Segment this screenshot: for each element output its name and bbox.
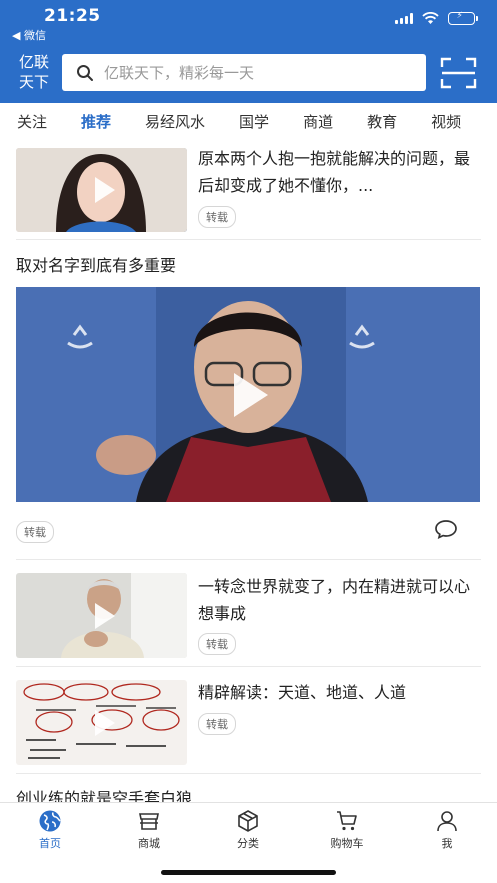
tab-recommended[interactable]: 推荐	[64, 111, 128, 132]
search-input[interactable]: 亿联天下，精彩每一天	[62, 54, 426, 91]
nav-home-label: 首页	[39, 837, 61, 850]
nav-store[interactable]: 商城	[119, 809, 179, 851]
scan-icon[interactable]	[440, 56, 477, 90]
back-to-wechat[interactable]: ◀ 微信	[12, 27, 46, 43]
wifi-icon	[422, 12, 439, 24]
nav-store-label: 商城	[138, 837, 160, 850]
tab-video[interactable]: 视频	[414, 111, 478, 132]
divider	[16, 773, 481, 774]
tab-guoxue[interactable]: 国学	[222, 111, 286, 132]
article-title[interactable]: 原本两个人抱一抱就能解决的问题，最后却变成了她不懂你，...	[198, 145, 478, 199]
nav-category[interactable]: 分类	[218, 809, 278, 851]
divider	[16, 666, 481, 667]
app-logo: 亿联 天下	[14, 52, 54, 92]
article-title[interactable]: 一转念世界就变了，内在精进就可以心想事成	[198, 573, 478, 627]
home-indicator	[161, 870, 336, 875]
cart-icon	[337, 811, 357, 831]
article-title[interactable]: 精辟解读：天道、地道、人道	[198, 679, 478, 706]
tab-follow[interactable]: 关注	[0, 111, 64, 132]
tab-fengshui[interactable]: 易经风水	[128, 111, 222, 132]
nav-home[interactable]: 首页	[20, 809, 80, 851]
repost-tag: 转载	[198, 713, 236, 735]
repost-tag: 转载	[198, 206, 236, 228]
box-icon	[238, 810, 258, 832]
user-icon	[437, 811, 457, 832]
divider	[16, 559, 481, 560]
tab-business[interactable]: 商道	[286, 111, 350, 132]
video-player[interactable]	[16, 287, 480, 502]
search-icon	[77, 64, 93, 81]
play-icon	[94, 602, 115, 629]
category-tabs: 关注 推荐 易经风水 国学 商道 教育 视频	[0, 103, 497, 139]
nav-cart[interactable]: 购物车	[317, 809, 377, 851]
nav-category-label: 分类	[237, 837, 259, 850]
globe-icon	[39, 810, 61, 832]
tab-education[interactable]: 教育	[350, 111, 414, 132]
status-icons	[395, 12, 478, 25]
play-icon[interactable]	[234, 372, 268, 417]
repost-tag: 转载	[198, 633, 236, 655]
divider	[16, 239, 481, 240]
repost-tag: 转载	[16, 521, 54, 543]
nav-me-label: 我	[441, 837, 453, 850]
video-thumbnail[interactable]	[16, 148, 187, 232]
video-thumbnail[interactable]	[16, 680, 187, 765]
search-placeholder: 亿联天下，精彩每一天	[104, 64, 255, 82]
status-time: 21:25	[44, 6, 101, 26]
play-icon	[94, 709, 115, 736]
comment-icon[interactable]	[434, 519, 458, 539]
logo-line-1: 亿联	[18, 53, 49, 71]
battery-icon	[448, 12, 478, 25]
logo-line-2: 天下	[18, 73, 49, 91]
signal-icon	[395, 13, 413, 24]
app-header: 21:25 ◀ 微信 亿联 天下 亿联天下，精彩每一天	[0, 0, 497, 103]
store-icon	[139, 813, 159, 830]
video-thumbnail[interactable]	[16, 573, 187, 658]
play-icon	[94, 177, 115, 203]
nav-me[interactable]: 我	[417, 809, 477, 851]
nav-cart-label: 购物车	[330, 837, 364, 850]
article-title[interactable]: 取对名字到底有多重要	[16, 252, 476, 279]
